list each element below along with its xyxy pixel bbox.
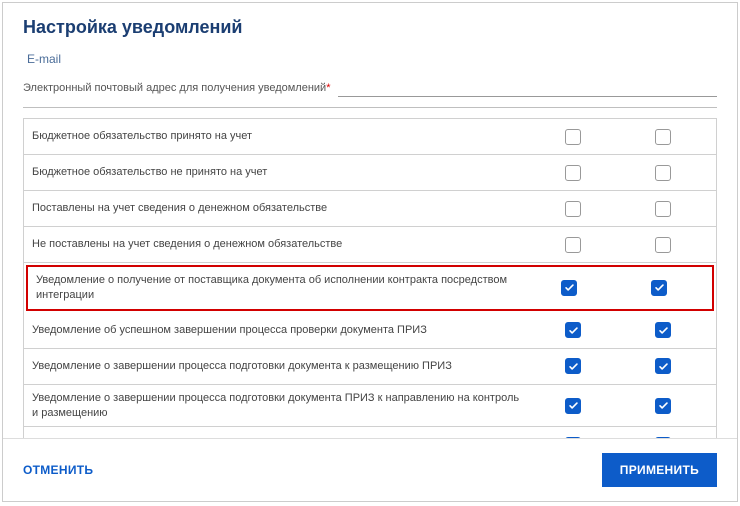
checkbox[interactable] (565, 129, 581, 145)
checkbox[interactable] (655, 398, 671, 414)
checkbox-cell (618, 358, 708, 374)
table-row: Бюджетное обязательство принято на учет (24, 119, 716, 155)
row-label: Бюджетное обязательство принято на учет (32, 129, 528, 144)
checkbox[interactable] (655, 358, 671, 374)
email-input[interactable] (338, 78, 717, 97)
footer: ОТМЕНИТЬ ПРИМЕНИТЬ (3, 438, 737, 501)
notification-table[interactable]: Бюджетное обязательство принято на учет Б… (23, 118, 717, 438)
row-label: Бюджетное обязательство не принято на уч… (32, 165, 528, 180)
checkbox-cell (618, 322, 708, 338)
checkbox[interactable] (655, 237, 671, 253)
checkbox[interactable] (655, 165, 671, 181)
row-label: Уведомление о получение от поставщика до… (36, 273, 524, 303)
checkbox-cell (524, 280, 614, 296)
table-row: Уведомление о технической ошибке при раб… (24, 427, 716, 438)
checkbox-cell (528, 322, 618, 338)
row-label: Не поставлены на учет сведения о денежно… (32, 237, 528, 252)
table-row: Не поставлены на учет сведения о денежно… (24, 227, 716, 263)
checkbox[interactable] (651, 280, 667, 296)
checkbox[interactable] (655, 129, 671, 145)
checkbox[interactable] (561, 280, 577, 296)
checkbox-cell (618, 201, 708, 217)
checkbox-cell (528, 165, 618, 181)
table-row: Поставлены на учет сведения о денежном о… (24, 191, 716, 227)
required-marker: * (326, 82, 330, 94)
checkbox[interactable] (565, 398, 581, 414)
content: Настройка уведомлений E-mail Электронный… (3, 3, 737, 438)
cancel-button[interactable]: ОТМЕНИТЬ (23, 463, 93, 477)
row-label: Уведомление о завершении процесса подгот… (32, 391, 528, 421)
checkbox[interactable] (565, 322, 581, 338)
checkbox-cell (528, 398, 618, 414)
table-row: Уведомление о получение от поставщика до… (26, 265, 714, 311)
email-label-text: Электронный почтовый адрес для получения… (23, 82, 326, 94)
checkbox[interactable] (565, 237, 581, 253)
checkbox-cell (614, 280, 704, 296)
checkbox-cell (618, 237, 708, 253)
checkbox-cell (618, 398, 708, 414)
checkbox-cell (618, 129, 708, 145)
table-row: Бюджетное обязательство не принято на уч… (24, 155, 716, 191)
email-label: Электронный почтовый адрес для получения… (23, 82, 330, 94)
row-label: Поставлены на учет сведения о денежном о… (32, 201, 528, 216)
table-row: Уведомление о завершении процесса подгот… (24, 349, 716, 385)
apply-button[interactable]: ПРИМЕНИТЬ (602, 453, 717, 487)
checkbox[interactable] (565, 358, 581, 374)
row-label: Уведомление об успешном завершении проце… (32, 323, 528, 338)
checkbox-cell (618, 165, 708, 181)
checkbox[interactable] (565, 165, 581, 181)
dialog: Настройка уведомлений E-mail Электронный… (2, 2, 738, 502)
table-row: Уведомление о завершении процесса подгот… (24, 385, 716, 428)
row-label: Уведомление о завершении процесса подгот… (32, 359, 528, 374)
checkbox-cell (528, 129, 618, 145)
row-label: Уведомление о технической ошибке при раб… (32, 437, 528, 438)
email-row: Электронный почтовый адрес для получения… (23, 78, 717, 108)
table-row: Уведомление об успешном завершении проце… (24, 313, 716, 349)
checkbox-cell (618, 437, 708, 438)
checkbox[interactable] (565, 201, 581, 217)
checkbox-cell (528, 358, 618, 374)
checkbox[interactable] (655, 437, 671, 438)
page-title: Настройка уведомлений (23, 17, 717, 38)
checkbox[interactable] (655, 201, 671, 217)
checkbox[interactable] (655, 322, 671, 338)
checkbox-cell (528, 201, 618, 217)
checkbox-cell (528, 437, 618, 438)
checkbox-cell (528, 237, 618, 253)
checkbox[interactable] (565, 437, 581, 438)
tab-email[interactable]: E-mail (23, 52, 717, 66)
